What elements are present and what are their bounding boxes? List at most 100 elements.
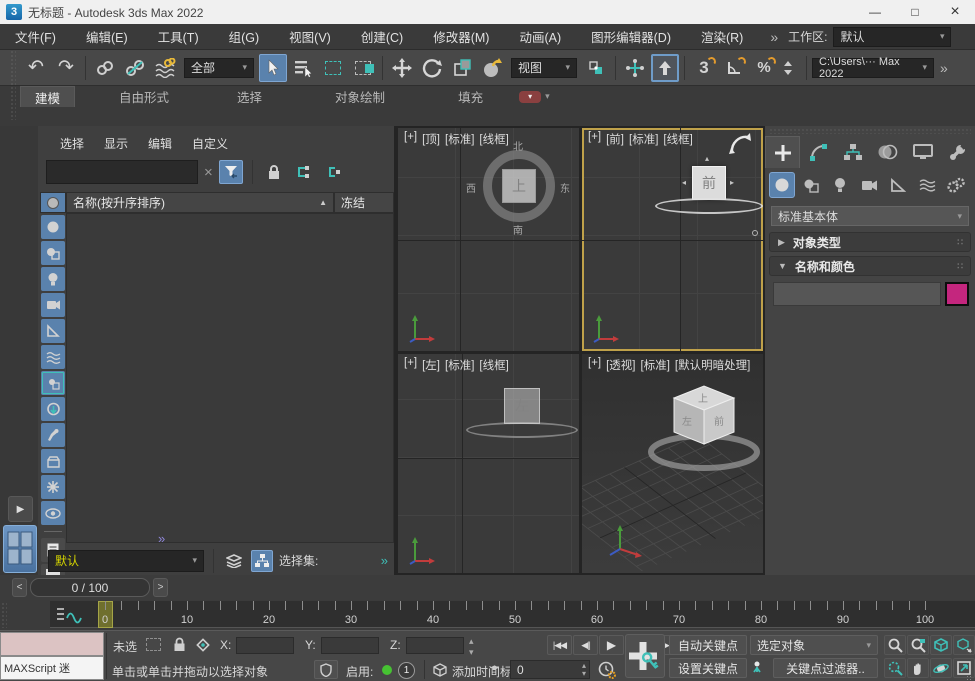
display-hidden-eye-icon[interactable] bbox=[41, 501, 65, 525]
selected-objects-dropdown[interactable]: 选定对象 ▾ bbox=[750, 635, 878, 655]
tab-utilities[interactable] bbox=[940, 136, 975, 168]
viewcube-arrow-right-icon[interactable]: ▸ bbox=[730, 179, 734, 187]
tab-modify[interactable] bbox=[800, 136, 835, 168]
toolbar-overflow-icon[interactable]: » bbox=[940, 60, 948, 76]
use-pivot-point-center-button[interactable] bbox=[582, 54, 610, 82]
play-button[interactable]: ▶ bbox=[599, 635, 624, 655]
collapse-hierarchy-icon[interactable] bbox=[322, 160, 346, 184]
menu-tools[interactable]: 工具(T) bbox=[143, 24, 214, 50]
tab-display[interactable] bbox=[905, 136, 940, 168]
ribbon-minimize-icon[interactable]: ▾ bbox=[519, 91, 541, 103]
column-header-frozen[interactable]: 冻结 bbox=[334, 192, 394, 213]
grid-size-spinner-icon[interactable]: ▴▾ bbox=[469, 636, 474, 658]
redo-button[interactable]: ↷ bbox=[52, 54, 80, 82]
menu-overflow-icon[interactable]: » bbox=[770, 29, 778, 45]
compass-west-label[interactable]: 西 bbox=[466, 180, 476, 195]
viewcube-face-top[interactable]: 上 bbox=[502, 169, 536, 203]
pan-hand-icon[interactable] bbox=[907, 658, 929, 678]
clear-search-icon[interactable]: × bbox=[204, 164, 213, 181]
tab-hierarchy[interactable] bbox=[835, 136, 870, 168]
menu-file[interactable]: 文件(F) bbox=[0, 24, 71, 50]
object-color-swatch[interactable] bbox=[945, 282, 969, 306]
display-xrefs-icon[interactable] bbox=[41, 397, 65, 421]
display-space-warps-icon[interactable] bbox=[41, 345, 65, 369]
viewcube-arrow-up-icon[interactable]: ▴ bbox=[705, 155, 709, 163]
maxscript-macro-recorder[interactable] bbox=[0, 632, 104, 656]
ribbon-options-icon[interactable]: ▾ bbox=[545, 91, 550, 102]
snaps-toggle-3d[interactable]: 3 bbox=[690, 54, 718, 82]
zoom-all-icon[interactable] bbox=[907, 635, 929, 655]
layer-explorer-icon[interactable] bbox=[223, 550, 245, 572]
maximize-button[interactable]: □ bbox=[895, 0, 935, 24]
undo-button[interactable]: ↶ bbox=[22, 54, 50, 82]
track-bar-toggle-icon[interactable] bbox=[56, 605, 86, 625]
display-lights-icon[interactable] bbox=[41, 267, 65, 291]
select-and-place-button[interactable] bbox=[478, 54, 506, 82]
close-button[interactable]: × bbox=[935, 0, 975, 24]
viewcube-compass-ellipse[interactable] bbox=[655, 198, 763, 214]
ribbon-tab-object-paint[interactable]: 对象绘制 bbox=[321, 86, 399, 107]
menu-modifiers[interactable]: 修改器(M) bbox=[418, 24, 504, 50]
current-frame-field[interactable]: 0 ▴▾ bbox=[510, 660, 590, 679]
category-cameras[interactable] bbox=[856, 172, 882, 198]
category-geometry[interactable] bbox=[769, 172, 795, 198]
explorer-item-list[interactable] bbox=[66, 213, 394, 543]
app-icon[interactable]: 3 bbox=[6, 4, 22, 20]
zoom-region-icon[interactable] bbox=[884, 658, 906, 678]
maxscript-mini-listener[interactable]: MAXScript 迷 bbox=[0, 656, 104, 680]
key-mode-toggle-icon[interactable]: ◂▸ bbox=[490, 662, 499, 673]
zoom-extents-all-icon[interactable] bbox=[953, 635, 975, 655]
viewport-menu-general[interactable]: [+] bbox=[588, 357, 601, 373]
compass-east-label[interactable]: 东 bbox=[560, 180, 570, 195]
display-bones-icon[interactable] bbox=[41, 423, 65, 447]
explorer-menu-display[interactable]: 显示 bbox=[94, 132, 138, 154]
viewport-menu-pov[interactable]: [前] bbox=[606, 131, 624, 147]
display-particles-icon[interactable] bbox=[41, 475, 65, 499]
viewcube-home-dot-icon[interactable] bbox=[752, 230, 758, 236]
angle-snap-toggle[interactable] bbox=[720, 54, 748, 82]
bind-to-space-warp-icon[interactable] bbox=[151, 54, 179, 82]
set-key-button[interactable]: 设置关键点 bbox=[669, 658, 747, 678]
spinner-snap-toggle[interactable] bbox=[780, 54, 796, 82]
viewcube-face-left[interactable]: 左 bbox=[504, 388, 540, 424]
display-groups-icon[interactable] bbox=[41, 371, 65, 395]
command-panel-drag-handle[interactable] bbox=[769, 128, 971, 134]
explorer-menu-customize[interactable]: 自定义 bbox=[182, 132, 238, 154]
category-helpers[interactable] bbox=[885, 172, 911, 198]
absolute-offset-mode-toggle-icon[interactable] bbox=[194, 636, 212, 653]
window-resize-grip[interactable] bbox=[966, 675, 973, 681]
frame-spinner-icon[interactable]: ▴▾ bbox=[582, 662, 586, 678]
next-frame-button[interactable]: > bbox=[153, 578, 168, 597]
viewport-layout-tab-button[interactable] bbox=[3, 525, 37, 573]
selection-filter-dropdown[interactable]: 全部 ▾ bbox=[184, 58, 254, 78]
viewport-menu-general[interactable]: [+] bbox=[404, 131, 417, 147]
viewport-menu-renderer[interactable]: [标准] bbox=[629, 131, 658, 147]
menu-edit[interactable]: 编辑(E) bbox=[71, 24, 143, 50]
explorer-search-input[interactable] bbox=[46, 160, 198, 184]
set-keys-button[interactable] bbox=[625, 634, 665, 678]
rollout-name-and-color[interactable]: ▼ 名称和颜色 ∷ bbox=[769, 256, 971, 276]
viewport-menu-shading[interactable]: [线框] bbox=[479, 131, 508, 147]
keyboard-shortcut-override-toggle[interactable] bbox=[651, 54, 679, 82]
viewcube-face-front[interactable]: 前 bbox=[692, 166, 726, 200]
named-selection-set-dropdown[interactable]: 默认 ▾ bbox=[48, 550, 204, 572]
timeline-drag-handle[interactable] bbox=[1, 602, 7, 628]
viewport-menu-general[interactable]: [+] bbox=[588, 131, 601, 147]
y-coordinate-field[interactable] bbox=[321, 637, 379, 654]
selection-lock-region-icon[interactable] bbox=[146, 638, 161, 651]
ribbon-tab-populate[interactable]: 填充 bbox=[444, 86, 497, 107]
enable-status-dot[interactable] bbox=[382, 665, 392, 675]
category-lights[interactable] bbox=[827, 172, 853, 198]
previous-key-button[interactable]: ◀|| bbox=[573, 635, 598, 655]
menu-create[interactable]: 创建(C) bbox=[346, 24, 418, 50]
display-geometry-header-toggle[interactable] bbox=[40, 192, 66, 213]
viewport-menu-renderer[interactable]: [标准] bbox=[641, 357, 670, 373]
select-and-manipulate-button[interactable] bbox=[621, 54, 649, 82]
viewport-menu-renderer[interactable]: [标准] bbox=[445, 131, 474, 147]
selection-set-overflow-icon[interactable]: » bbox=[381, 553, 388, 568]
tab-motion[interactable] bbox=[870, 136, 905, 168]
tab-create[interactable] bbox=[765, 136, 800, 168]
orbit-icon[interactable] bbox=[930, 658, 952, 678]
explorer-menu-edit[interactable]: 编辑 bbox=[138, 132, 182, 154]
zoom-extents-icon[interactable] bbox=[930, 635, 952, 655]
